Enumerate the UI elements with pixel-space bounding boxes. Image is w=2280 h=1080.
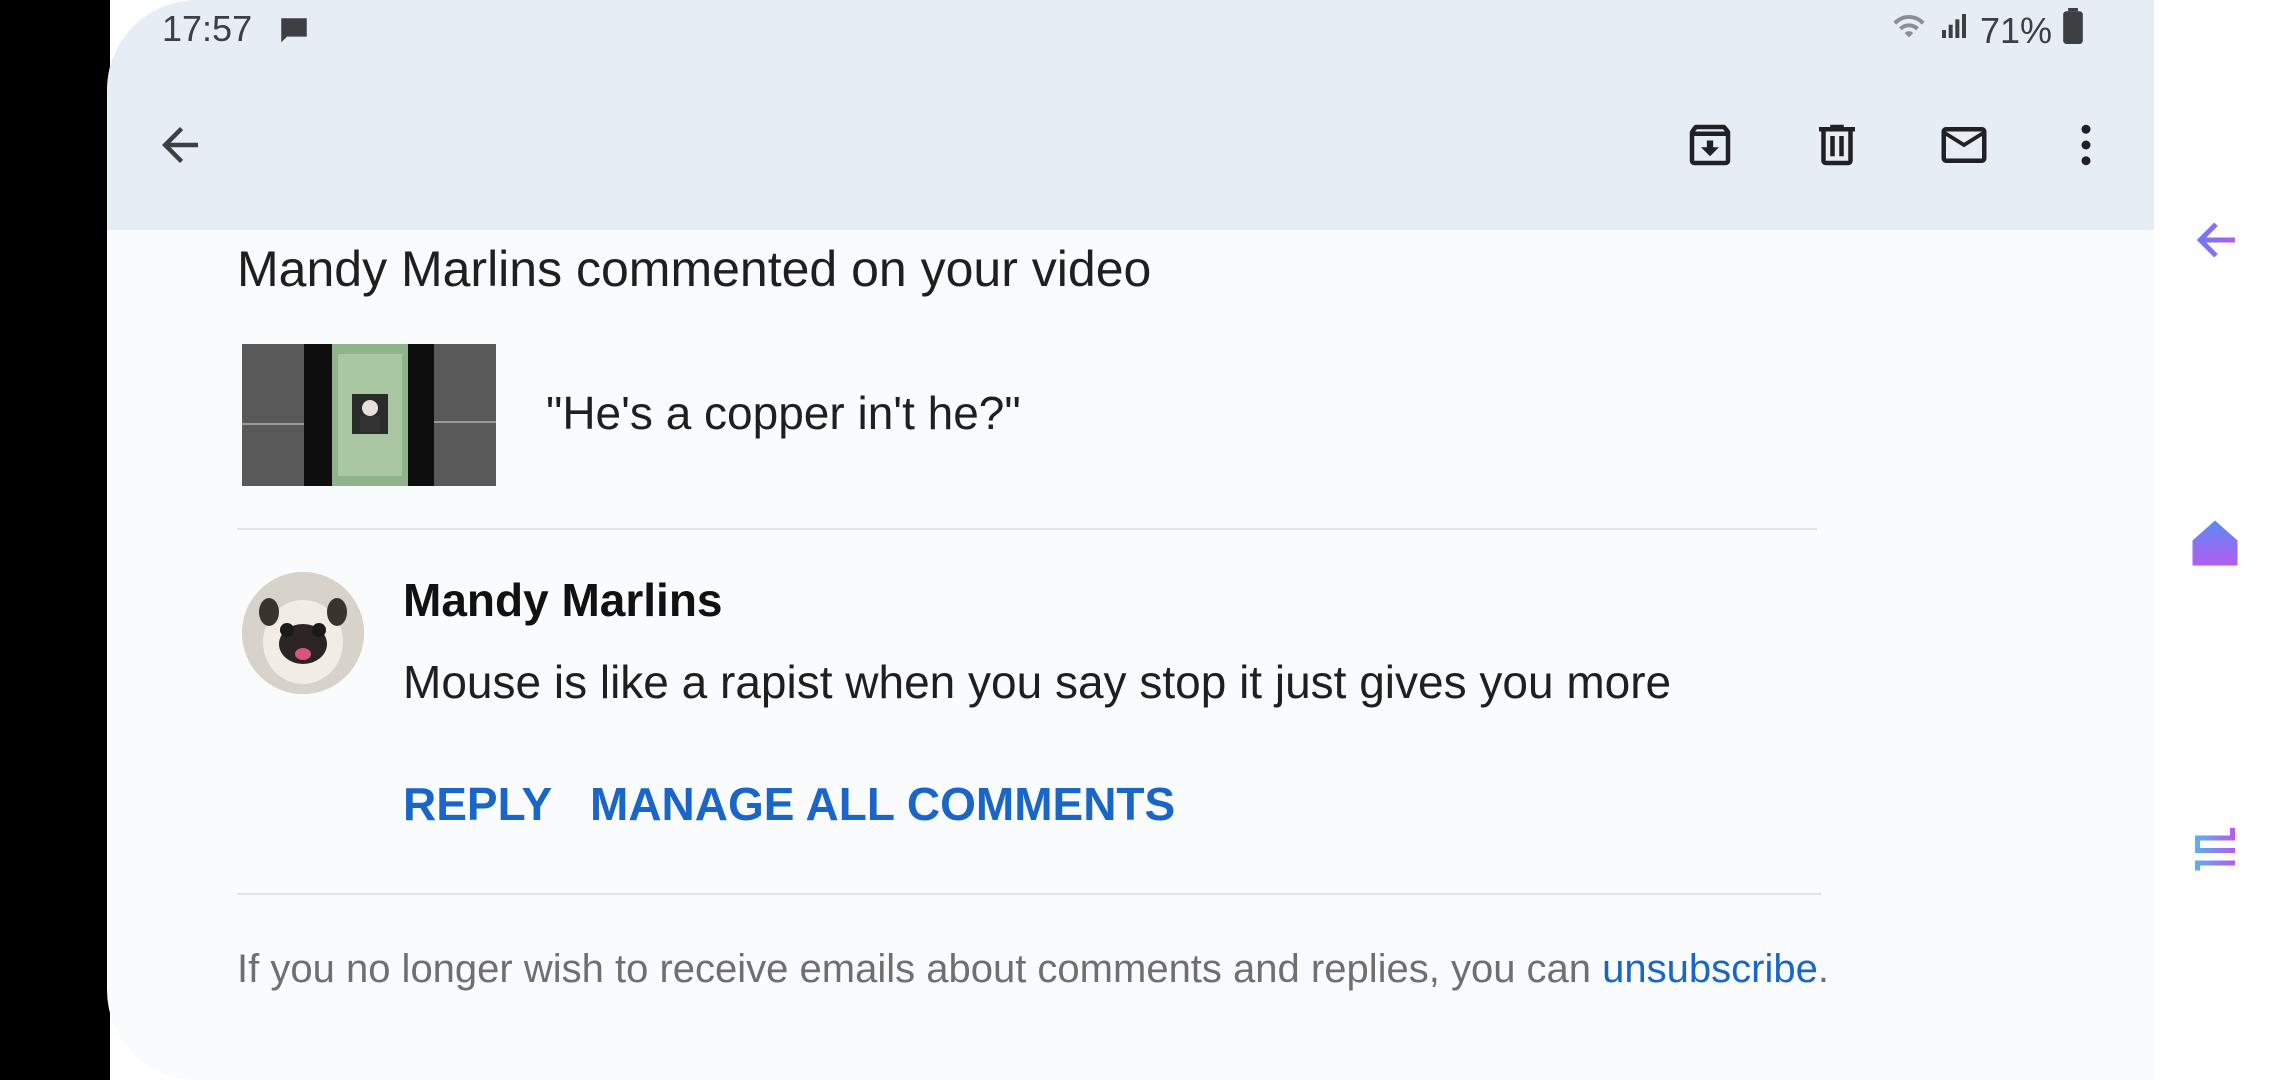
status-indicators: 71% [1890,8,2084,53]
trash-icon[interactable] [1810,118,1864,172]
video-thumbnail[interactable] [242,344,496,486]
more-vert-icon[interactable] [2059,118,2113,172]
divider [237,528,1817,530]
unsubscribe-link[interactable]: unsubscribe [1602,947,1818,991]
email-subject: Mandy Marlins commented on your video [237,241,1152,297]
battery-icon [2062,8,2084,53]
top-app-bar: 17:57 71% [107,0,2154,230]
manage-all-comments-button[interactable]: MANAGE ALL COMMENTS [590,777,1175,831]
screen-bezel [0,0,110,1080]
avatar [242,572,364,694]
nav-recents-icon[interactable] [2185,818,2245,878]
gmail-screen: 17:57 71% [107,0,2154,1080]
divider [237,893,1821,895]
back-arrow-icon[interactable] [153,118,207,172]
unsubscribe-notice: If you no longer wish to receive emails … [237,942,1837,996]
comment-text: Mouse is like a rapist when you say stop… [403,656,1672,708]
mail-icon[interactable] [1937,118,1991,172]
nav-back-icon[interactable] [2185,210,2245,270]
battery-level: 71% [1979,9,2052,51]
comment-author: Mandy Marlins [403,574,723,626]
footer-period: . [1817,947,1829,991]
wifi-icon [1890,9,1928,52]
status-time: 17:57 [162,8,253,49]
reply-button[interactable]: REPLY [403,777,552,831]
message-notification-icon [277,14,311,53]
signal-icon [1938,9,1970,52]
nav-home-icon[interactable] [2185,513,2245,573]
video-title-quote: "He's a copper in't he?" [546,387,1021,439]
footer-text: If you no longer wish to receive emails … [237,947,1603,991]
archive-icon[interactable] [1683,118,1737,172]
